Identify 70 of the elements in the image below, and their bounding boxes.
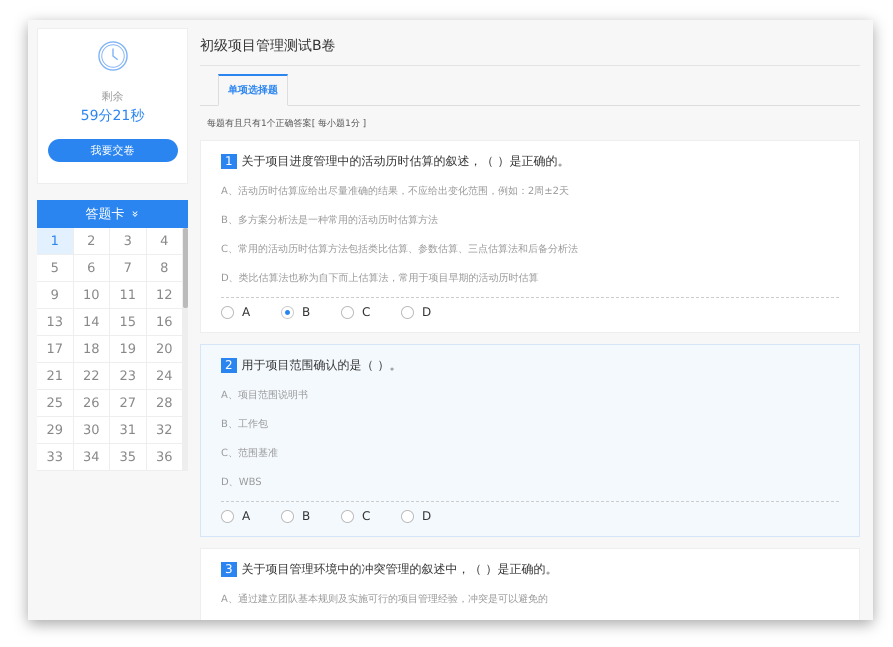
question-number-cell[interactable]: 9 bbox=[37, 282, 74, 309]
option-text: B、工作包 bbox=[221, 418, 269, 432]
question-number-cell[interactable]: 31 bbox=[110, 417, 146, 444]
question-number-cell[interactable]: 27 bbox=[110, 390, 146, 417]
answer-radio[interactable]: D bbox=[401, 509, 461, 523]
question-number-cell[interactable]: 6 bbox=[74, 255, 110, 282]
question-number-cell[interactable]: 5 bbox=[37, 255, 74, 282]
option-text: C、范围基准 bbox=[221, 446, 279, 461]
question-number-cell[interactable]: 23 bbox=[110, 363, 146, 390]
question-number-cell[interactable]: 19 bbox=[110, 336, 146, 363]
question-number-cell[interactable]: 22 bbox=[74, 363, 110, 390]
question-text: 关于项目管理环境中的冲突管理的叙述中，（ ）是正确的。 bbox=[242, 561, 558, 578]
question-number-cell[interactable]: 10 bbox=[74, 282, 110, 309]
submit-button[interactable]: 我要交卷 bbox=[48, 139, 178, 162]
question-number-cell[interactable]: 16 bbox=[146, 309, 183, 336]
question-number-cell[interactable]: 12 bbox=[146, 282, 183, 309]
question-number-cell[interactable]: 7 bbox=[110, 255, 146, 282]
question-number-cell[interactable]: 21 bbox=[37, 363, 74, 390]
question-number-cell[interactable]: 36 bbox=[146, 444, 183, 471]
question-number-cell[interactable]: 14 bbox=[74, 309, 110, 336]
question-number-cell[interactable]: 29 bbox=[37, 417, 74, 444]
answer-radio[interactable]: D bbox=[401, 305, 461, 319]
question-number-cell[interactable]: 3 bbox=[110, 228, 146, 255]
question-number-cell[interactable]: 17 bbox=[37, 336, 74, 363]
question-number-cell[interactable]: 4 bbox=[146, 228, 183, 255]
answer-radio[interactable]: C bbox=[341, 305, 401, 319]
answer-radio[interactable]: B bbox=[281, 305, 341, 319]
question-number-cell[interactable]: 26 bbox=[74, 390, 110, 417]
collapse-toggle[interactable]: » bbox=[129, 210, 143, 218]
answer-radio[interactable]: A bbox=[221, 509, 281, 523]
question-number-cell[interactable]: 34 bbox=[74, 444, 110, 471]
scrollbar-thumb[interactable] bbox=[183, 228, 188, 308]
question-number: 3 bbox=[221, 562, 237, 577]
clock-icon bbox=[98, 41, 128, 71]
question-number-cell[interactable]: 24 bbox=[146, 363, 183, 390]
question-number-cell[interactable]: 11 bbox=[110, 282, 146, 309]
question-text: 用于项目范围确认的是（ ）。 bbox=[242, 357, 402, 374]
answer-card-title: 答题卡 bbox=[85, 206, 124, 223]
question-number-cell[interactable]: 13 bbox=[37, 309, 74, 336]
question-number-cell[interactable]: 2 bbox=[74, 228, 110, 255]
question-number-cell[interactable]: 33 bbox=[37, 444, 74, 471]
question-number-cell[interactable]: 28 bbox=[146, 390, 183, 417]
section-tab[interactable]: 单项选择题 bbox=[218, 74, 288, 106]
question-number-cell[interactable]: 25 bbox=[37, 390, 74, 417]
question-number: 2 bbox=[221, 358, 237, 373]
option-text: B、多方案分析法是一种常用的活动历时估算方法 bbox=[221, 214, 439, 228]
option-text: A、活动历时估算应给出尽量准确的结果，不应给出变化范围，例如：2周±2天 bbox=[221, 184, 570, 199]
answer-radio[interactable]: B bbox=[281, 509, 341, 523]
option-text: D、类比估算法也称为自下而上估算法，常用于项目早期的活动历时估算 bbox=[221, 272, 540, 286]
question-number-cell[interactable]: 30 bbox=[74, 417, 110, 444]
question-number-cell[interactable]: 32 bbox=[146, 417, 183, 444]
option-text: D、WBS bbox=[221, 476, 263, 490]
answer-card-header[interactable]: 答题卡 » bbox=[37, 200, 188, 228]
question-number-cell[interactable]: 18 bbox=[74, 336, 110, 363]
option-text: A、通过建立团队基本规则及实施可行的项目管理经验，冲突是可以避免的 bbox=[221, 592, 549, 607]
question-text: 关于项目进度管理中的活动历时估算的叙述，（ ）是正确的。 bbox=[242, 153, 570, 170]
question-number-cell[interactable]: 1 bbox=[37, 228, 74, 255]
question-number-cell[interactable]: 20 bbox=[146, 336, 183, 363]
option-text: A、项目范围说明书 bbox=[221, 388, 309, 403]
option-text: C、常用的活动历时估算方法包括类比估算、参数估算、三点估算法和后备分析法 bbox=[221, 242, 579, 257]
answer-radio[interactable]: A bbox=[221, 305, 281, 319]
question-number-cell[interactable]: 35 bbox=[110, 444, 146, 471]
question-number: 1 bbox=[221, 154, 237, 169]
instruction-text: 每题有且只有1个正确答案[ 每小题1分 ] bbox=[207, 117, 368, 130]
question-number-cell[interactable]: 8 bbox=[146, 255, 183, 282]
answer-radio[interactable]: C bbox=[341, 509, 401, 523]
remaining-time: 59分21秒 bbox=[80, 107, 144, 125]
question-number-cell[interactable]: 15 bbox=[110, 309, 146, 336]
exam-title: 初级项目管理测试B卷 bbox=[200, 20, 860, 66]
remaining-label: 剩余 bbox=[102, 89, 124, 104]
